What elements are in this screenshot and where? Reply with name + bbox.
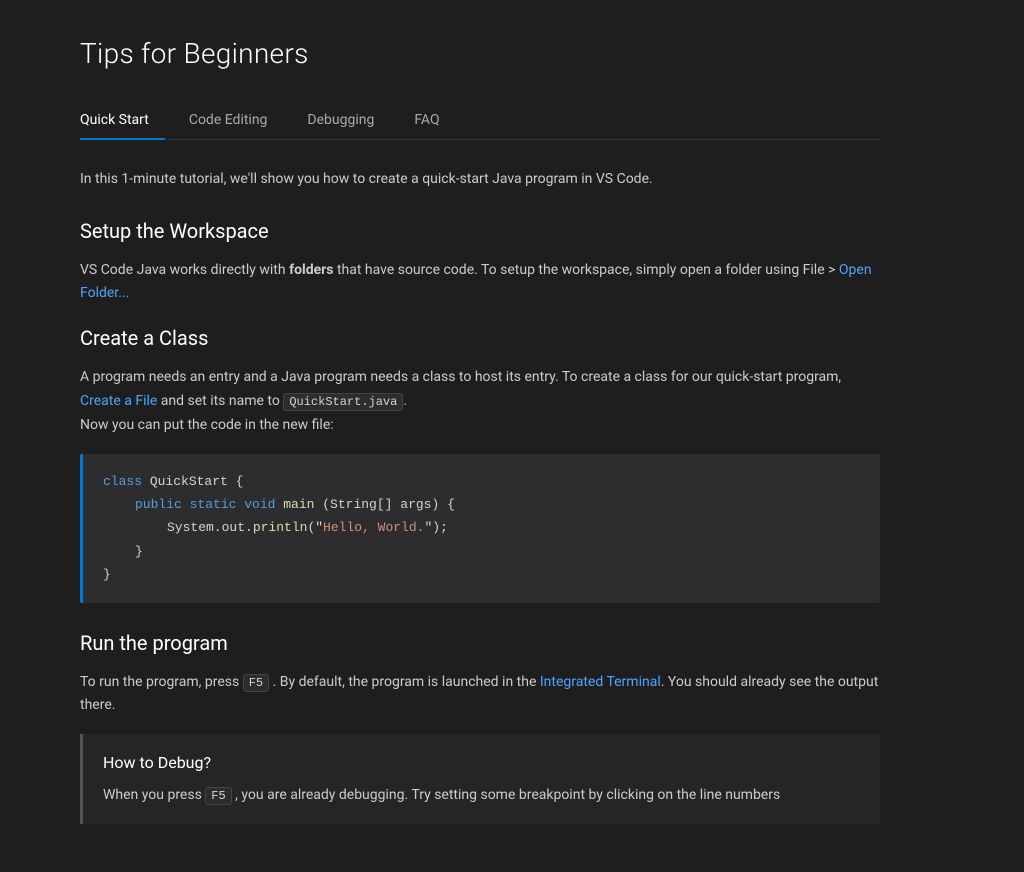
create-class-section: Create a Class A program needs an entry …: [80, 322, 880, 602]
setup-workspace-title: Setup the Workspace: [80, 215, 880, 247]
code-paren-close: ");: [424, 520, 447, 535]
code-classname: QuickStart {: [150, 474, 244, 489]
code-line-1: class QuickStart {: [103, 470, 860, 493]
callout-body-before: When you press: [103, 787, 205, 803]
code-line-4: }: [103, 540, 860, 563]
setup-workspace-body: VS Code Java works directly with folders…: [80, 259, 880, 307]
f5-key-debug: F5: [205, 787, 231, 805]
run-section: Run the program To run the program, pres…: [80, 627, 880, 824]
code-keyword-class: class: [103, 474, 150, 489]
create-class-title: Create a Class: [80, 322, 880, 354]
tab-code-editing[interactable]: Code Editing: [173, 101, 284, 139]
code-keyword-void: void: [244, 497, 283, 512]
callout-title: How to Debug?: [103, 750, 860, 776]
run-body: To run the program, press F5 . By defaul…: [80, 671, 880, 719]
tab-debugging[interactable]: Debugging: [291, 101, 390, 139]
f5-key-run: F5: [243, 674, 269, 692]
code-line-3: System.out.println("Hello, World.");: [103, 516, 860, 539]
create-class-body: A program needs an entry and a Java prog…: [80, 366, 880, 437]
code-paren-open: (": [307, 520, 323, 535]
code-block: class QuickStart { public static void ma…: [80, 454, 880, 603]
run-title: Run the program: [80, 627, 880, 659]
create-class-body-line1: A program needs an entry and a Java prog…: [80, 369, 841, 385]
page-title: Tips for Beginners: [80, 32, 880, 77]
code-keyword-static: static: [190, 497, 245, 512]
code-line-5: }: [103, 563, 860, 586]
create-file-link[interactable]: Create a File: [80, 393, 157, 409]
run-body-before: To run the program, press: [80, 674, 243, 690]
setup-body-after: that have source code. To setup the work…: [333, 262, 838, 278]
code-main-params: (String[] args) {: [314, 497, 454, 512]
intro-text: In this 1-minute tutorial, we'll show yo…: [80, 168, 880, 190]
integrated-terminal-link[interactable]: Integrated Terminal: [540, 674, 661, 690]
run-body-middle: . By default, the program is launched in…: [269, 674, 540, 690]
code-println: println: [253, 520, 308, 535]
folders-bold: folders: [289, 262, 333, 278]
code-sysout: System.out.: [167, 520, 253, 535]
tab-quick-start[interactable]: Quick Start: [80, 101, 165, 139]
create-class-body-line4: Now you can put the code in the new file…: [80, 417, 334, 433]
code-close-brace-1: }: [135, 544, 143, 559]
callout-body-after: , you are already debugging. Try setting…: [232, 787, 781, 803]
setup-workspace-section: Setup the Workspace VS Code Java works d…: [80, 215, 880, 307]
setup-body-before: VS Code Java works directly with: [80, 262, 289, 278]
create-class-body-line3: .: [403, 393, 407, 409]
callout-body: When you press F5 , you are already debu…: [103, 784, 860, 808]
code-hello-world: Hello, World.: [323, 520, 424, 535]
code-keyword-public: public: [135, 497, 190, 512]
quickstart-filename: QuickStart.java: [283, 393, 403, 411]
tab-faq[interactable]: FAQ: [398, 101, 455, 139]
create-class-body-line2: and set its name to: [157, 393, 283, 409]
code-close-brace-2: }: [103, 567, 111, 582]
code-line-2: public static void main (String[] args) …: [103, 493, 860, 516]
code-method-main: main: [283, 497, 314, 512]
tab-bar: Quick Start Code Editing Debugging FAQ: [80, 101, 880, 140]
callout-box: How to Debug? When you press F5 , you ar…: [80, 734, 880, 823]
